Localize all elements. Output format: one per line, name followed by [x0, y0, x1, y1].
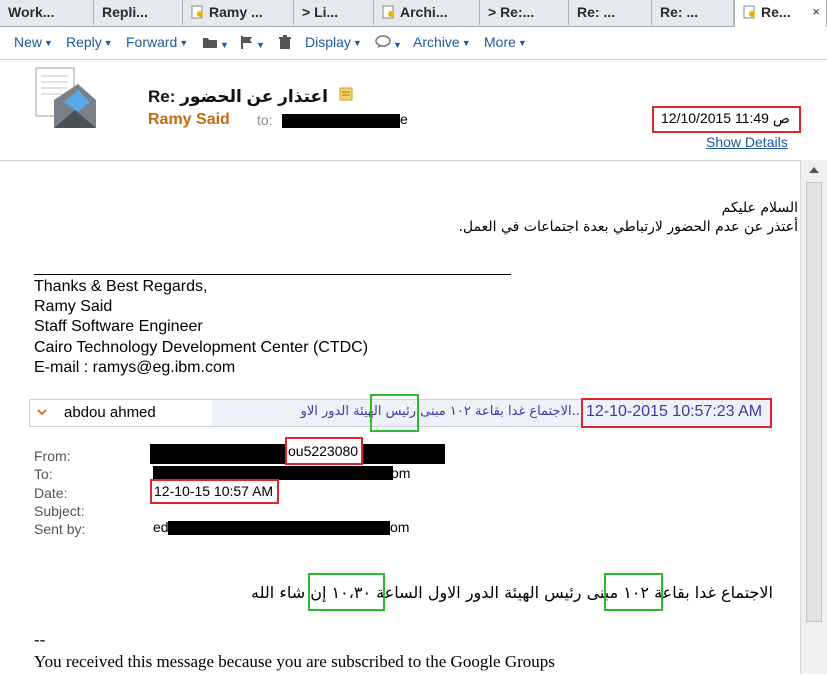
thread-sender: abdou ahmed	[64, 404, 156, 421]
message-subject: Re: اعتذار عن الحضور	[148, 87, 353, 107]
scrollbar-thumb[interactable]	[806, 182, 822, 622]
signature-line: Cairo Technology Development Center (CTD…	[34, 339, 369, 356]
highlight-box	[370, 394, 419, 432]
mail-doc-icon	[191, 5, 203, 19]
forward-button[interactable]: Forward ▼	[126, 34, 188, 50]
to-value-tail: om	[391, 465, 411, 481]
subject-label: Subject:	[34, 503, 85, 519]
delete-button[interactable]	[278, 35, 292, 53]
sent-by-tail: com	[383, 519, 410, 535]
sent-by-head: ed	[153, 519, 169, 535]
toolbar: New ▼ Reply ▼ Forward ▼ ▼ ▼ Display ▼ ▼ Arch…	[0, 27, 827, 60]
greeting-text: السلام عليكم	[721, 200, 798, 216]
signature-separator: --	[34, 630, 46, 649]
tab-archive[interactable]: Archi...	[374, 0, 480, 25]
show-details-link[interactable]: Show Details	[706, 134, 788, 150]
redaction-bar	[168, 521, 390, 535]
trash-icon	[279, 35, 291, 49]
apology-text: أعتذر عن عدم الحضور لارتباطي بعدة اجتماع…	[458, 219, 798, 235]
folder-icon	[203, 38, 217, 48]
signature-line: Thanks & Best Regards,	[34, 278, 208, 295]
chevron-down-icon: ▼	[103, 38, 113, 48]
scroll-up-icon[interactable]	[808, 166, 820, 174]
groups-footer: You received this message because you ar…	[34, 652, 555, 671]
to-label: to:	[257, 112, 273, 128]
tab-re-1[interactable]: > Re:...	[480, 0, 569, 25]
to-value-tail: e	[400, 111, 408, 127]
from-value: ou5223080	[288, 443, 359, 459]
redaction-bar	[282, 114, 400, 128]
tab-work[interactable]: Work...	[0, 0, 94, 25]
flag-icon	[241, 36, 252, 49]
chevron-down-icon[interactable]	[37, 409, 47, 416]
tab-list[interactable]: > Li...	[294, 0, 374, 25]
signature-line: E-mail : ramys@eg.ibm.com	[34, 359, 236, 376]
sender-name[interactable]: Ramy Said	[148, 111, 230, 129]
tab-replies[interactable]: Repli...	[94, 0, 183, 25]
chevron-down-icon: ▼	[256, 40, 265, 50]
speech-bubble-icon	[375, 35, 391, 48]
mail-doc-icon	[382, 5, 394, 19]
redaction-bar	[153, 466, 393, 480]
chevron-down-icon: ▼	[352, 38, 362, 48]
flag-button[interactable]: ▼	[240, 35, 265, 52]
archive-button[interactable]: Archive ▼	[413, 34, 471, 50]
date-value: 12-10-15 10:57 AM	[154, 483, 274, 499]
date-label: Date:	[34, 485, 68, 501]
signature-divider	[34, 274, 511, 275]
highlight-box	[308, 573, 385, 611]
chevron-down-icon: ▼	[393, 40, 402, 50]
highlight-box	[581, 398, 772, 428]
reply-button[interactable]: Reply ▼	[66, 34, 113, 50]
highlight-box	[604, 573, 663, 611]
tab-ramy[interactable]: Ramy ...	[183, 0, 294, 25]
close-icon[interactable]: ×	[812, 0, 820, 24]
chevron-down-icon: ▼	[517, 38, 527, 48]
signature-line: Staff Software Engineer	[34, 318, 203, 335]
display-button[interactable]: Display ▼	[305, 34, 362, 50]
more-button[interactable]: More ▼	[484, 34, 527, 50]
mail-doc-icon	[743, 5, 755, 19]
chevron-down-icon: ▼	[179, 38, 189, 48]
chevron-down-icon: ▼	[44, 38, 53, 48]
to-label: To:	[34, 466, 53, 482]
new-button[interactable]: New ▼	[14, 34, 53, 50]
from-label: From:	[34, 448, 71, 464]
signature-line: Ramy Said	[34, 298, 113, 315]
chevron-down-icon: ▼	[461, 38, 471, 48]
sent-by-label: Sent by:	[34, 521, 86, 537]
email-document-icon	[35, 67, 96, 128]
note-icon	[339, 87, 353, 101]
chevron-down-icon: ▼	[220, 40, 229, 50]
folder-button[interactable]: ▼	[202, 35, 229, 52]
tab-bar: Work... Repli... Ramy ... > Li... Archi.…	[0, 0, 827, 27]
tab-re-2[interactable]: Re: ...	[569, 0, 652, 25]
message-date: 12/10/2015 11:49 ص	[661, 110, 790, 126]
tab-re-3[interactable]: Re: ...	[652, 0, 734, 25]
tab-re-active[interactable]: Re... ×	[734, 0, 827, 27]
chat-button[interactable]: ▼	[375, 35, 402, 52]
